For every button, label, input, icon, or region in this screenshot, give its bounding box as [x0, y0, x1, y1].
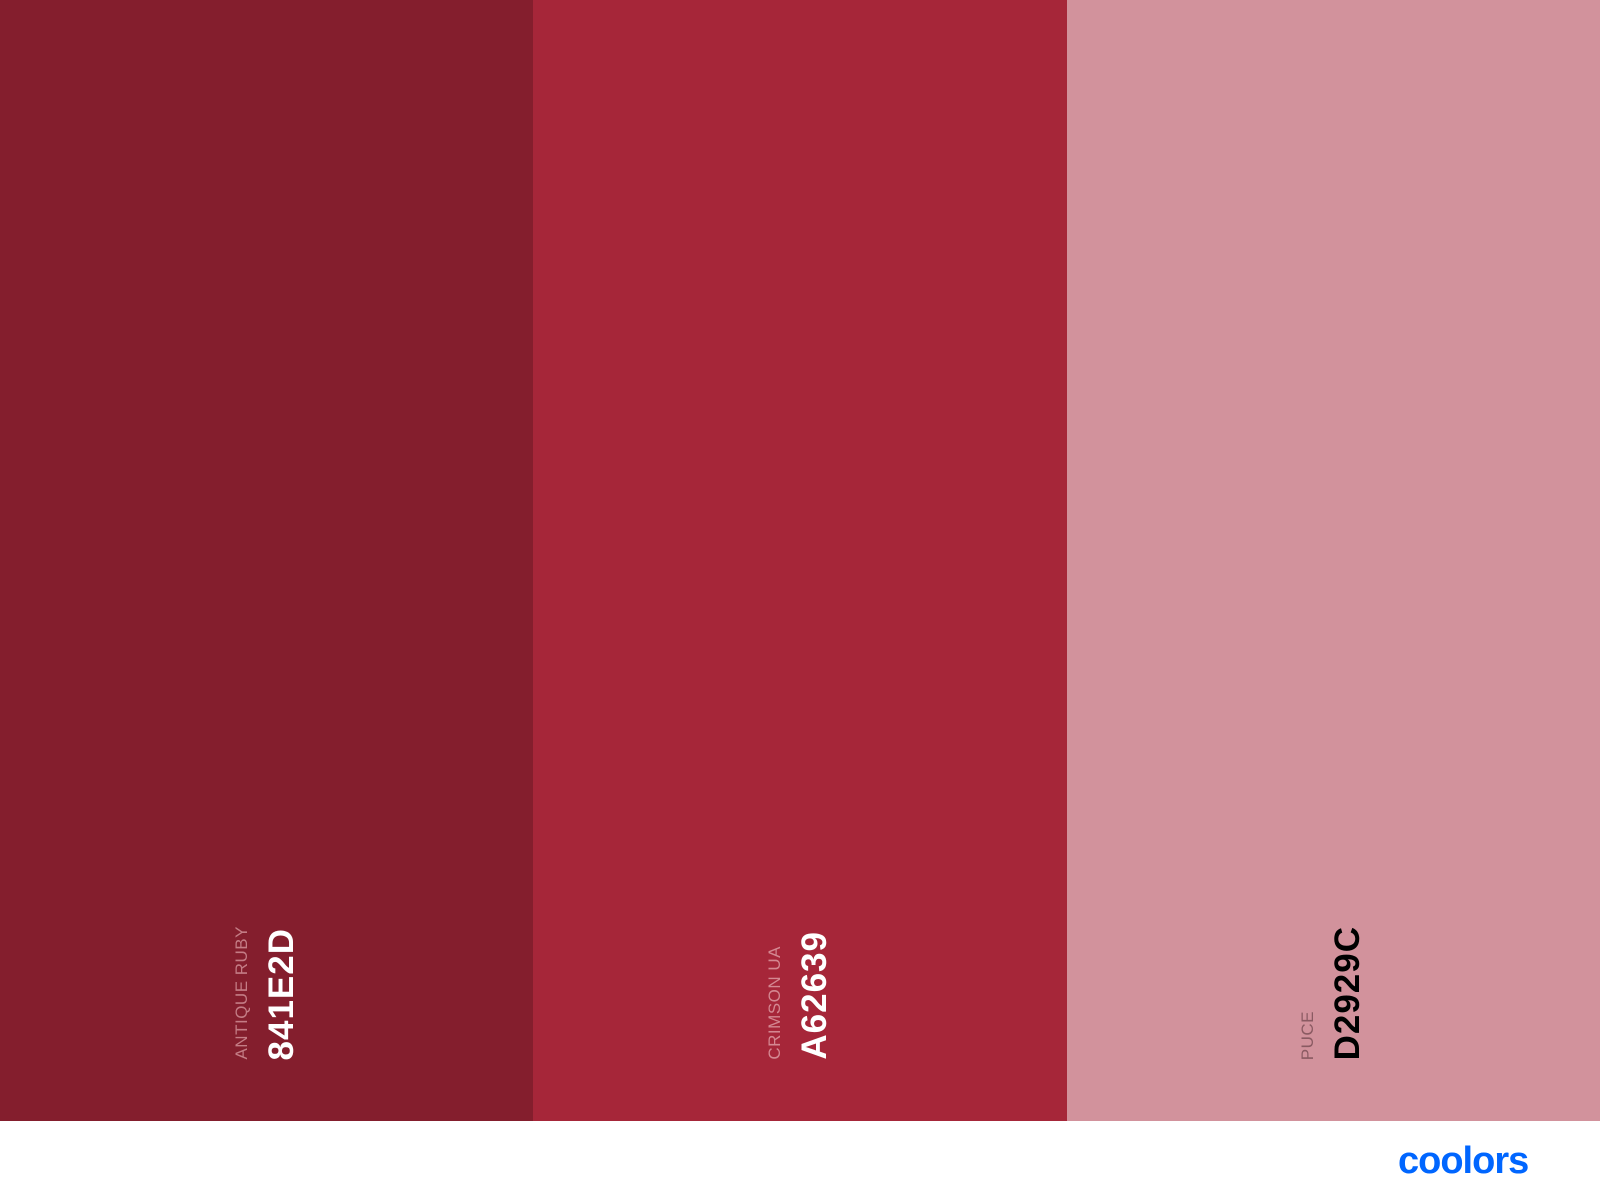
swatch-crimson-ua[interactable]: CRIMSON UA A62639: [533, 0, 1067, 1121]
color-hex[interactable]: 841E2D: [262, 928, 302, 1060]
swatch-label: CRIMSON UA A62639: [765, 931, 835, 1060]
palette: ANTIQUE RUBY 841E2D CRIMSON UA A62639 PU…: [0, 0, 1600, 1121]
color-name: PUCE: [1298, 1010, 1318, 1060]
swatch-puce[interactable]: PUCE D2929C: [1066, 0, 1600, 1121]
palette-page: ANTIQUE RUBY 841E2D CRIMSON UA A62639 PU…: [0, 0, 1600, 1200]
color-hex[interactable]: D2929C: [1328, 926, 1368, 1060]
color-name: CRIMSON UA: [764, 946, 784, 1060]
logo-text: coolors: [1398, 1143, 1528, 1179]
swatch-antique-ruby[interactable]: ANTIQUE RUBY 841E2D: [0, 0, 534, 1121]
color-hex[interactable]: A62639: [795, 931, 835, 1060]
swatch-label: PUCE D2929C: [1298, 926, 1368, 1060]
swatch-label: ANTIQUE RUBY 841E2D: [232, 926, 302, 1060]
footer: coolors: [0, 1121, 1600, 1200]
color-name: ANTIQUE RUBY: [231, 926, 251, 1060]
coolors-logo-icon[interactable]: coolors: [1398, 1143, 1560, 1179]
